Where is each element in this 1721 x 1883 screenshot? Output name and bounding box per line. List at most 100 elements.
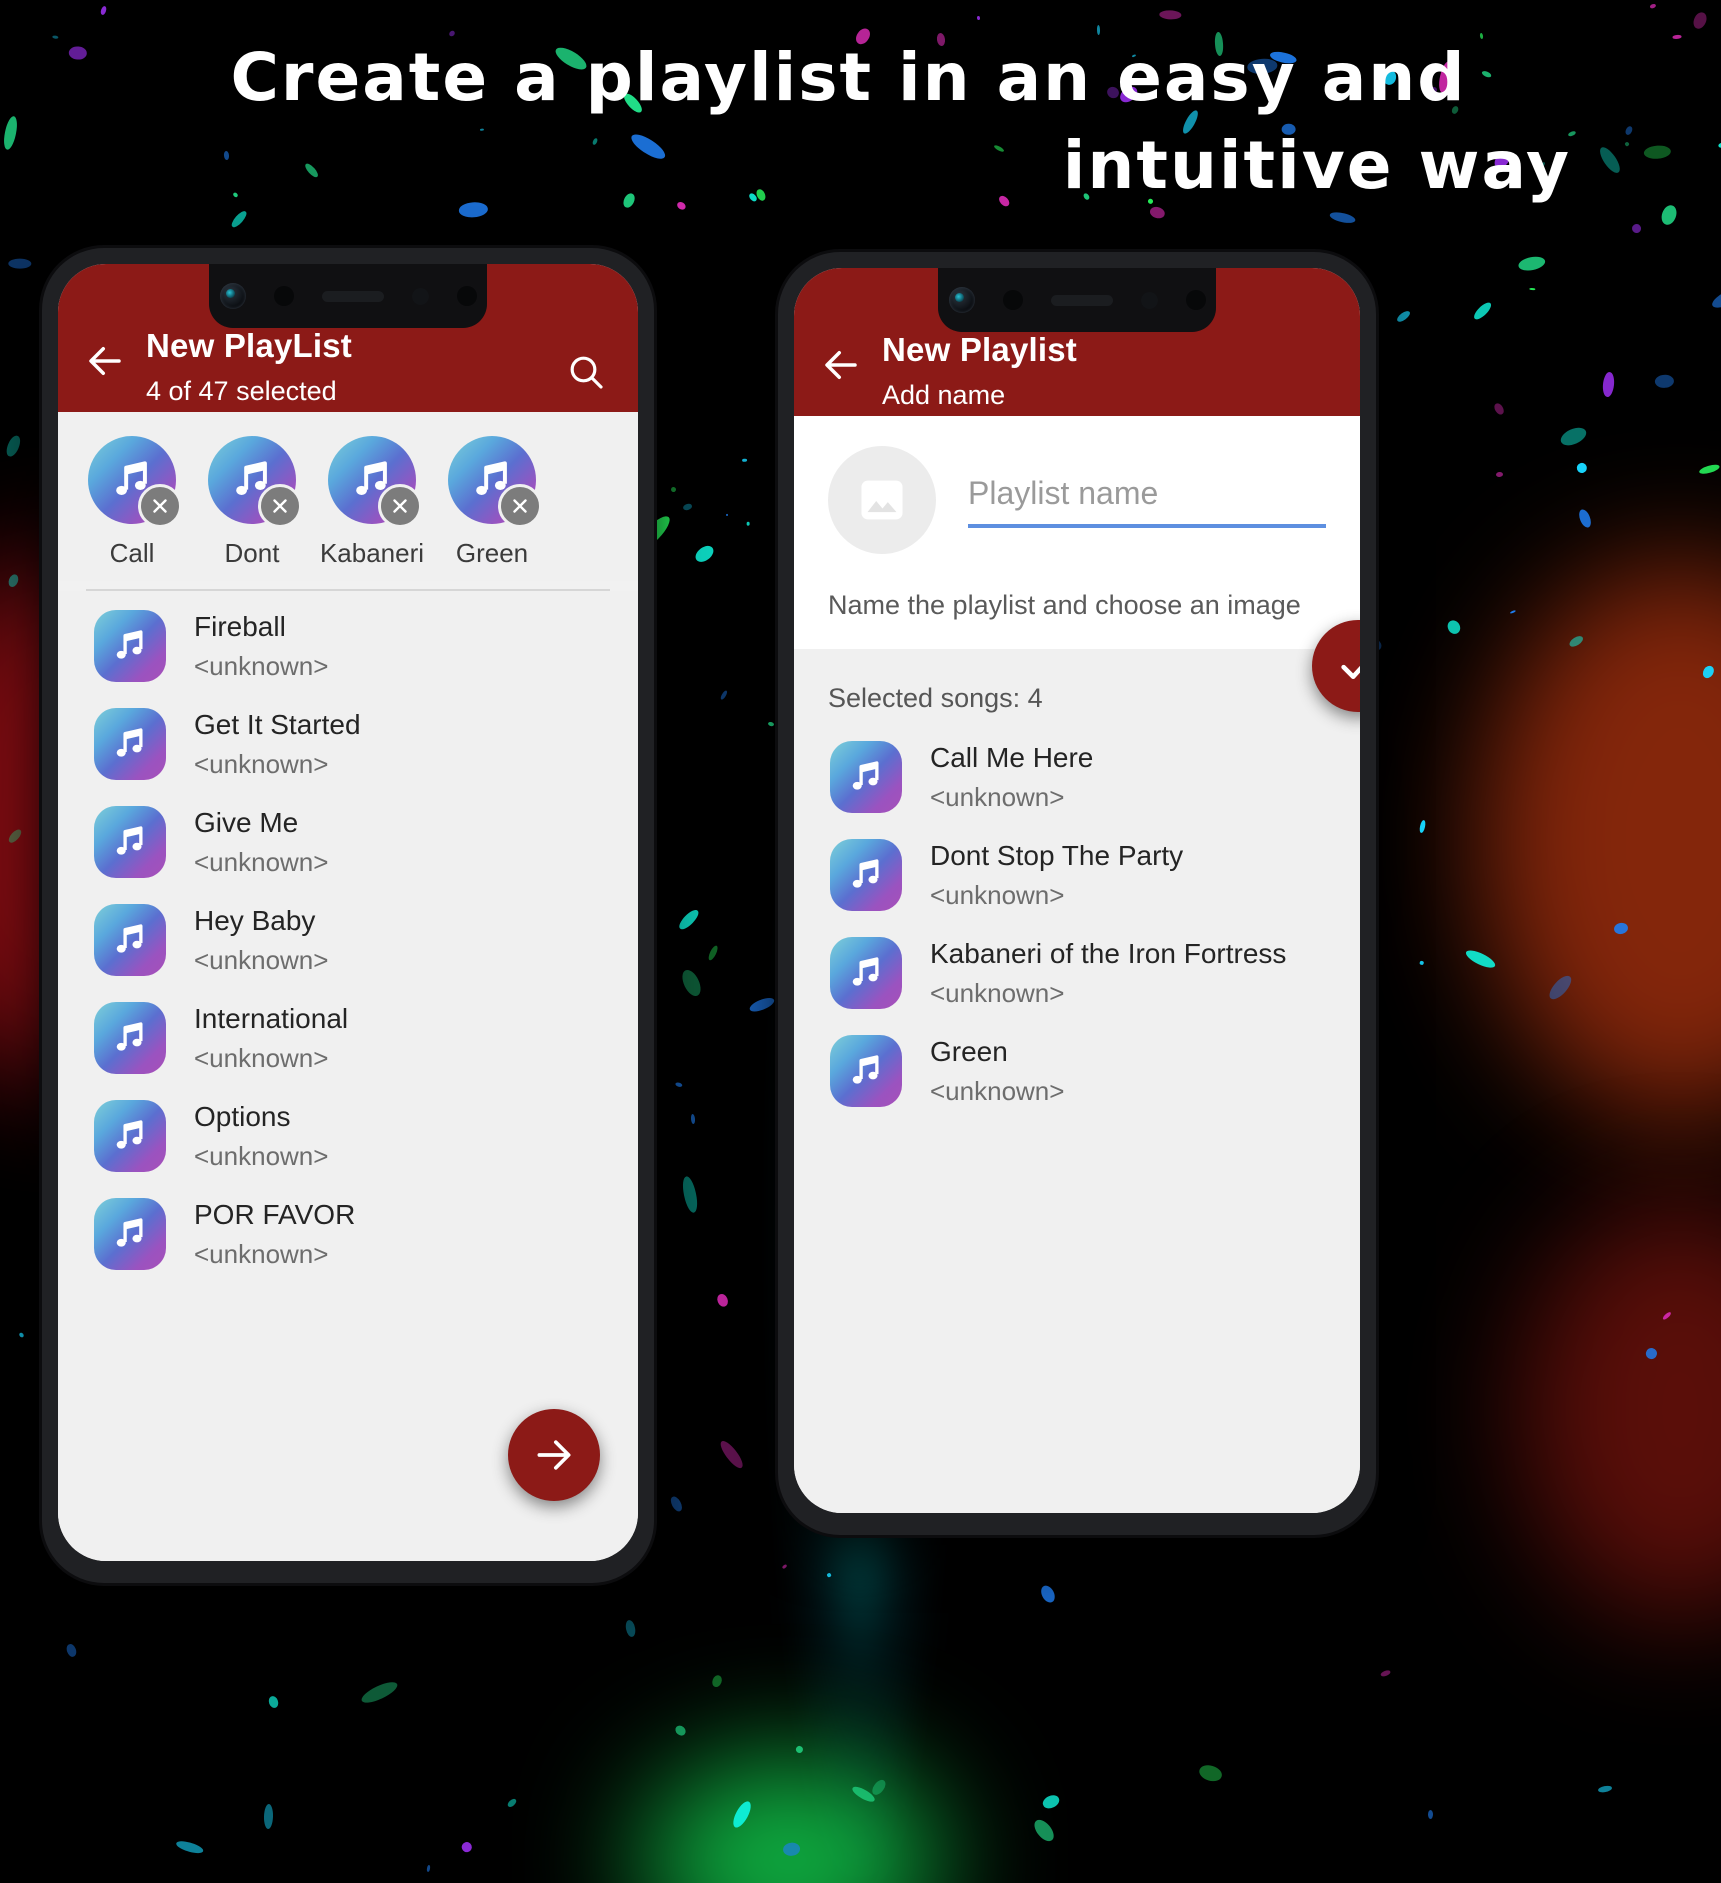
paint-speck (1418, 819, 1426, 834)
page-subtitle: Add name (882, 380, 1006, 410)
song-list-item[interactable]: Green <unknown> (794, 1022, 1360, 1120)
paint-speck (672, 1722, 688, 1738)
paint-speck (1630, 222, 1644, 235)
paint-speck (710, 1674, 723, 1689)
song-list-item[interactable]: Give Me <unknown> (58, 793, 638, 891)
next-step-fab[interactable] (508, 1409, 600, 1501)
paint-speck (742, 458, 748, 462)
selected-songs-chip-strip: Call Dont Kabaneri Green (58, 412, 638, 581)
paint-speck (1557, 423, 1589, 449)
paint-speck (1708, 284, 1721, 312)
paint-speck (729, 1799, 755, 1831)
song-artist: <unknown> (194, 1141, 329, 1171)
paint-speck (1040, 1793, 1062, 1811)
earpiece-speaker (1050, 294, 1113, 306)
paint-speck (678, 967, 704, 1000)
song-title: Kabaneri of the Iron Fortress (930, 938, 1287, 969)
selected-song-list[interactable]: Call Me Here <unknown> Dont Stop The Party… (794, 722, 1360, 1513)
proximity-sensor-icon (273, 286, 294, 306)
song-artist: <unknown> (194, 651, 329, 681)
paint-speck (6, 827, 24, 846)
song-list-item[interactable]: International <unknown> (58, 989, 638, 1087)
album-art (94, 1198, 166, 1270)
paint-speck (1492, 402, 1506, 417)
left-screen: New PlayList 4 of 47 selected Call Dont Ka… (58, 264, 638, 1561)
back-button[interactable] (818, 342, 864, 388)
earpiece-speaker (321, 290, 384, 302)
paint-speck (715, 1292, 730, 1308)
paint-speck (1471, 300, 1495, 323)
song-artist: <unknown> (930, 978, 1065, 1008)
chip-label: Dont (224, 538, 280, 568)
album-art (830, 1035, 902, 1107)
song-list-item[interactable]: Kabaneri of the Iron Fortress <unknown> (794, 924, 1360, 1022)
playlist-name-form: Playlist name Name the playlist and choo… (794, 416, 1360, 649)
glow-red-right-low (1520, 1200, 1721, 1620)
music-note-icon (116, 728, 143, 757)
image-placeholder-icon (861, 480, 903, 520)
paint-speck (358, 1677, 400, 1707)
chip-artwork (208, 436, 302, 528)
paint-speck (1529, 287, 1536, 290)
album-art (94, 610, 166, 682)
page-title: New PlayList (146, 327, 352, 364)
paint-speck (1197, 1762, 1223, 1784)
music-note-icon (116, 630, 143, 659)
music-note-icon (852, 761, 879, 790)
paint-speck (1546, 972, 1575, 1003)
proximity-sensor-icon (1002, 290, 1023, 310)
music-note-icon (116, 826, 143, 855)
song-list-item[interactable]: Options <unknown> (58, 1087, 638, 1185)
song-meta: Give Me <unknown> (194, 805, 328, 879)
paint-speck (1645, 1347, 1658, 1361)
song-artist: <unknown> (194, 749, 329, 779)
image-picker-button[interactable] (828, 446, 936, 554)
song-meta: Get It Started <unknown> (194, 707, 361, 781)
paint-speck (1576, 461, 1589, 475)
paint-speck (506, 1797, 518, 1809)
remove-chip-button[interactable] (258, 484, 302, 528)
album-art (94, 904, 166, 976)
paint-speck (1655, 374, 1675, 389)
selected-songs-count: Selected songs: 4 (794, 649, 1360, 722)
phone-mockup-left: New PlayList 4 of 47 selected Call Dont Ka… (42, 248, 654, 1583)
paint-speck (263, 1804, 274, 1830)
left-appbar-titles: New PlayList 4 of 47 selected (146, 316, 352, 409)
remove-chip-button[interactable] (378, 484, 422, 528)
song-list-item[interactable]: Call Me Here <unknown> (794, 728, 1360, 826)
album-art (94, 708, 166, 780)
chip-label: Green (455, 538, 529, 568)
paint-speck (1577, 508, 1594, 530)
ir-sensor-icon (1140, 291, 1158, 309)
selected-song-chip[interactable]: Call (74, 436, 190, 569)
playlist-name-input[interactable]: Playlist name (968, 472, 1326, 528)
paint-speck (682, 503, 693, 512)
song-list-item[interactable]: Fireball <unknown> (58, 597, 638, 695)
selected-song-chip[interactable]: Dont (194, 436, 310, 569)
song-list-item[interactable]: Dont Stop The Party <unknown> (794, 826, 1360, 924)
song-list-item[interactable]: Hey Baby <unknown> (58, 891, 638, 989)
song-title: Call Me Here (930, 742, 1094, 773)
song-title: International (194, 1003, 349, 1034)
phone-notch-right (938, 268, 1216, 332)
headline-line-2: intuitive way (1062, 127, 1571, 204)
back-button[interactable] (82, 338, 128, 384)
song-list-item[interactable]: POR FAVOR <unknown> (58, 1185, 638, 1283)
remove-chip-button[interactable] (498, 484, 542, 528)
remove-chip-button[interactable] (138, 484, 182, 528)
song-list-item[interactable]: Get It Started <unknown> (58, 695, 638, 793)
song-title: Give Me (194, 807, 299, 838)
selected-song-chip[interactable]: Green (434, 436, 550, 569)
paint-speck (976, 15, 981, 21)
paint-speck (1444, 617, 1464, 637)
chip-label: Kabaneri (319, 538, 425, 568)
paint-speck (8, 259, 32, 270)
music-note-icon (116, 1218, 143, 1247)
search-button[interactable] (564, 350, 608, 394)
headline-line-1: Create a playlist in an easy and (230, 39, 1467, 116)
paint-speck (1601, 371, 1615, 398)
selected-song-chip[interactable]: Kabaneri (314, 436, 430, 569)
song-meta: Fireball <unknown> (194, 609, 328, 683)
paint-speck (719, 689, 729, 701)
paint-speck (1463, 946, 1498, 971)
